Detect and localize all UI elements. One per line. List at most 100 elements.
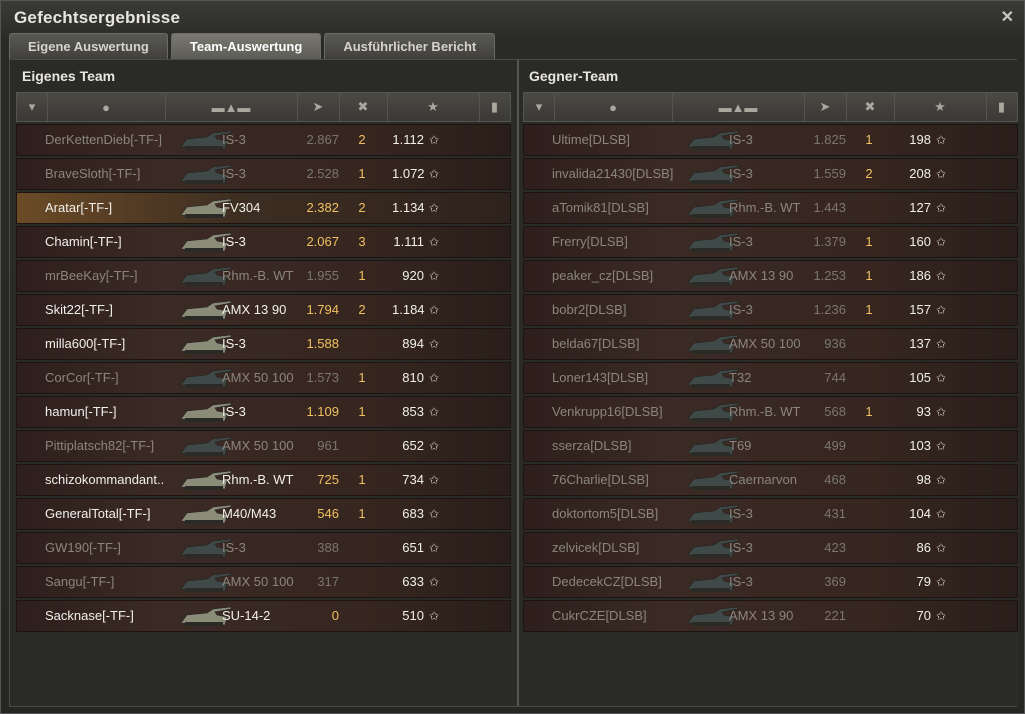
kills-value: 1 (865, 404, 873, 419)
star-icon: ✩ (429, 439, 440, 453)
xp-value: 1.184 (392, 302, 425, 317)
table-row[interactable]: DerKettenDieb[-TF-] IS-3 2.867 2 1.112 ✩ (16, 124, 511, 156)
table-row[interactable]: Chamin[-TF-] IS-3 2.067 3 1.111 ✩ (16, 226, 511, 258)
table-row[interactable]: Ultime[DLSB] IS-3 1.825 1 198 ✩ (523, 124, 1018, 156)
table-row[interactable]: aTomik81[DLSB] Rhm.-B. WT 1.443 127 ✩ (523, 192, 1018, 224)
table-row[interactable]: invalida21430[DLSB] IS-3 1.559 2 208 ✩ (523, 158, 1018, 190)
player-icon[interactable]: ● (47, 93, 166, 121)
table-row[interactable]: peaker_cz[DLSB] AMX 13 90 1.253 1 186 ✩ (523, 260, 1018, 292)
damage-value: 221 (824, 608, 846, 623)
tank-name: IS-3 (222, 166, 246, 181)
close-icon[interactable]: ✕ (1001, 7, 1014, 27)
table-row[interactable]: DedecekCZ[DLSB] IS-3 369 79 ✩ (523, 566, 1018, 598)
kills-value: 1 (358, 506, 366, 521)
kills-value: 2 (358, 132, 366, 147)
star-icon: ✩ (936, 201, 947, 215)
damage-value: 369 (824, 574, 846, 589)
table-row[interactable]: CukrCZE[DLSB] AMX 13 90 221 70 ✩ (523, 600, 1018, 632)
kills-value: 2 (358, 302, 366, 317)
table-row[interactable]: Loner143[DLSB] T32 744 105 ✩ (523, 362, 1018, 394)
table-row[interactable]: Pittiplatsch82[-TF-] AMX 50 100 961 652 … (16, 430, 511, 462)
damage-value: 0 (331, 608, 339, 623)
table-row[interactable]: 76Charlie[DLSB] Caernarvon 468 98 ✩ (523, 464, 1018, 496)
rank-badge-icon[interactable]: ▾ (17, 93, 48, 121)
tank-name: SU-14-2 (222, 608, 271, 623)
damage-value: 1.573 (306, 370, 339, 385)
damage-value: 936 (824, 336, 846, 351)
player-name: invalida21430[DLSB] (552, 166, 674, 181)
player-icon[interactable]: ● (554, 93, 673, 121)
rank-badge-icon[interactable]: ▾ (524, 93, 555, 121)
player-name: GW190[-TF-] (45, 540, 121, 555)
damage-value: 468 (824, 472, 846, 487)
tank-icon[interactable]: ▬▲▬ (672, 93, 805, 121)
tank-icon[interactable]: ▬▲▬ (165, 93, 298, 121)
battle-results-window: Gefechtsergebnisse ✕ Eigene Auswertung T… (0, 0, 1025, 714)
table-row[interactable]: mrBeeKay[-TF-] Rhm.-B. WT 1.955 1 920 ✩ (16, 260, 511, 292)
xp-star-icon[interactable]: ★ (894, 93, 987, 121)
star-icon: ✩ (429, 167, 440, 181)
table-row[interactable]: hamun[-TF-] IS-3 1.109 1 853 ✩ (16, 396, 511, 428)
tab-bar: Eigene Auswertung Team-Auswertung Ausfüh… (9, 33, 496, 59)
xp-value: 79 (916, 574, 931, 589)
star-icon: ✩ (429, 371, 440, 385)
tank-name: AMX 50 100 (729, 336, 801, 351)
star-icon: ✩ (936, 507, 947, 521)
table-row[interactable]: bobr2[DLSB] IS-3 1.236 1 157 ✩ (523, 294, 1018, 326)
medal-icon[interactable]: ▮ (479, 93, 510, 121)
tank-name: IS-3 (729, 234, 753, 249)
player-name: CorCor[-TF-] (45, 370, 119, 385)
xp-value: 734 (402, 472, 424, 487)
table-row[interactable]: Sangu[-TF-] AMX 50 100 317 633 ✩ (16, 566, 511, 598)
xp-value: 1.112 (392, 132, 424, 147)
star-icon: ✩ (936, 303, 947, 317)
damage-icon[interactable]: ➤ (297, 93, 340, 121)
xp-star-icon[interactable]: ★ (387, 93, 480, 121)
kills-value: 1 (865, 234, 873, 249)
kills-icon[interactable]: ✖ (339, 93, 388, 121)
tab-detailed-report[interactable]: Ausführlicher Bericht (324, 33, 496, 59)
tab-own-evaluation[interactable]: Eigene Auswertung (9, 33, 168, 59)
star-icon: ✩ (429, 201, 440, 215)
player-name: mrBeeKay[-TF-] (45, 268, 138, 283)
table-row[interactable]: BraveSloth[-TF-] IS-3 2.528 1 1.072 ✩ (16, 158, 511, 190)
star-icon: ✩ (936, 371, 947, 385)
table-row[interactable]: CorCor[-TF-] AMX 50 100 1.573 1 810 ✩ (16, 362, 511, 394)
table-row[interactable]: Sacknase[-TF-] SU-14-2 0 510 ✩ (16, 600, 511, 632)
table-row[interactable]: Skit22[-TF-] AMX 13 90 1.794 2 1.184 ✩ (16, 294, 511, 326)
damage-value: 1.559 (813, 166, 846, 181)
tank-name: Rhm.-B. WT (729, 200, 801, 215)
xp-value: 104 (909, 506, 931, 521)
star-icon: ✩ (429, 575, 440, 589)
table-row[interactable]: GeneralTotal[-TF-] M40/M43 546 1 683 ✩ (16, 498, 511, 530)
table-row[interactable]: milla600[-TF-] IS-3 1.588 894 ✩ (16, 328, 511, 360)
star-icon: ✩ (429, 405, 440, 419)
damage-value: 1.236 (813, 302, 846, 317)
table-row[interactable]: Frerry[DLSB] IS-3 1.379 1 160 ✩ (523, 226, 1018, 258)
table-row[interactable]: schizokommandant.. Rhm.-B. WT 725 1 734 … (16, 464, 511, 496)
tank-name: T32 (729, 370, 752, 385)
tab-team-evaluation[interactable]: Team-Auswertung (170, 33, 322, 59)
xp-value: 137 (909, 336, 931, 351)
kills-icon[interactable]: ✖ (846, 93, 895, 121)
table-row[interactable]: Aratar[-TF-] FV304 2.382 2 1.134 ✩ (16, 192, 511, 224)
results-content: Eigenes Team ▾ ● ▬▲▬ ➤ ✖ ★ ▮ DerKettenDi… (9, 59, 1019, 707)
table-row[interactable]: doktortom5[DLSB] IS-3 431 104 ✩ (523, 498, 1018, 530)
table-row[interactable]: Venkrupp16[DLSB] Rhm.-B. WT 568 1 93 ✩ (523, 396, 1018, 428)
kills-value: 1 (358, 404, 366, 419)
xp-value: 510 (402, 608, 424, 623)
damage-icon[interactable]: ➤ (804, 93, 847, 121)
table-row[interactable]: belda67[DLSB] AMX 50 100 936 137 ✩ (523, 328, 1018, 360)
damage-value: 1.253 (813, 268, 846, 283)
xp-value: 186 (909, 268, 931, 283)
own-team-header: ▾ ● ▬▲▬ ➤ ✖ ★ ▮ (16, 92, 511, 122)
table-row[interactable]: sserza[DLSB] T69 499 103 ✩ (523, 430, 1018, 462)
table-row[interactable]: GW190[-TF-] IS-3 388 651 ✩ (16, 532, 511, 564)
table-row[interactable]: zelvicek[DLSB] IS-3 423 86 ✩ (523, 532, 1018, 564)
medal-icon[interactable]: ▮ (986, 93, 1017, 121)
star-icon: ✩ (429, 269, 440, 283)
kills-value: 2 (865, 166, 873, 181)
star-icon: ✩ (429, 303, 440, 317)
star-icon: ✩ (429, 473, 440, 487)
xp-value: 208 (909, 166, 931, 181)
